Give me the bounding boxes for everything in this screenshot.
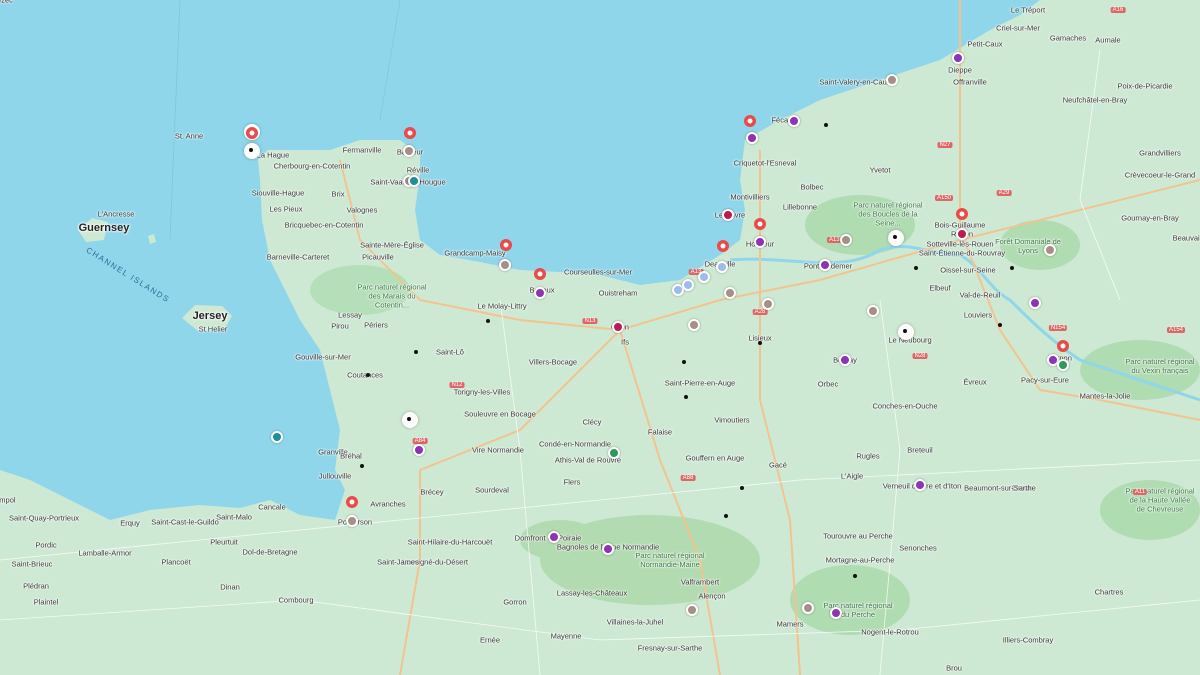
map-canvas[interactable]: Le Tréport Criel-sur-Mer Gamaches Petit-Cau… [0,0,1200,675]
poi-dot[interactable] [914,266,918,270]
road-shield: A11 [1132,489,1148,495]
place-marker[interactable] [722,209,734,221]
place-marker[interactable] [346,515,358,527]
location-pin-icon[interactable] [955,208,969,222]
place-marker[interactable] [886,74,898,86]
place-marker[interactable] [698,271,710,283]
location-pin-icon[interactable] [245,127,259,141]
place-marker[interactable] [1057,359,1069,371]
place-marker[interactable] [762,298,774,310]
place-marker[interactable] [413,444,425,456]
place-marker-white[interactable] [402,412,418,428]
place-marker[interactable] [716,261,728,273]
place-marker[interactable] [688,319,700,331]
place-marker[interactable] [1029,297,1041,309]
place-marker[interactable] [612,321,624,333]
poi-dot[interactable] [758,341,762,345]
forest-patch [310,265,410,315]
place-marker[interactable] [788,115,800,127]
road-shield: A16 [1110,7,1126,13]
place-marker[interactable] [724,287,736,299]
place-marker[interactable] [499,259,511,271]
poi-dot[interactable] [1010,266,1014,270]
place-marker-white[interactable] [898,324,914,340]
place-marker[interactable] [952,52,964,64]
road-shield: N12 [449,382,465,388]
place-marker[interactable] [830,607,842,619]
place-marker[interactable] [840,234,852,246]
road-shield: A150 [934,195,954,201]
poi-dot[interactable] [853,574,857,578]
poi-dot[interactable] [724,514,728,518]
place-marker[interactable] [1044,244,1056,256]
place-marker[interactable] [608,447,620,459]
location-pin-icon[interactable] [533,268,547,282]
poi-dot[interactable] [684,395,688,399]
place-marker[interactable] [802,602,814,614]
place-marker[interactable] [914,479,926,491]
place-marker[interactable] [819,259,831,271]
jersey-island [182,305,232,331]
place-marker[interactable] [754,236,766,248]
road-shield: A28 [752,309,768,315]
forest-patch [520,520,600,560]
place-marker-white[interactable] [244,143,260,159]
location-pin-icon[interactable] [499,239,513,253]
road-shield: N13 [582,318,598,324]
poi-dot[interactable] [824,123,828,127]
place-marker[interactable] [839,354,851,366]
place-marker[interactable] [956,228,968,240]
location-pin-icon[interactable] [1056,340,1070,354]
poi-dot[interactable] [366,373,370,377]
poi-dot[interactable] [998,323,1002,327]
poi-dot[interactable] [414,350,418,354]
place-marker[interactable] [548,531,560,543]
forest-patch [1100,480,1200,540]
road-shield: N28 [912,353,928,359]
place-marker[interactable] [867,305,879,317]
place-marker[interactable] [534,287,546,299]
poi-dot[interactable] [740,486,744,490]
place-marker[interactable] [271,431,283,443]
place-marker[interactable] [682,279,694,291]
road-shield: N27 [937,142,953,148]
guernsey-island [78,218,108,242]
road-shield: A154 [1166,327,1186,333]
forest-patch [1080,340,1200,400]
location-pin-icon[interactable] [716,240,730,254]
location-pin-icon[interactable] [345,496,359,510]
location-pin-icon[interactable] [743,115,757,129]
place-marker-white[interactable] [888,230,904,246]
road-shield: N154 [1048,325,1068,331]
poi-dot[interactable] [486,319,490,323]
place-marker[interactable] [686,604,698,616]
place-marker[interactable] [408,175,420,187]
poi-dot[interactable] [360,464,364,468]
road-shield: A29 [996,190,1012,196]
place-marker[interactable] [403,145,415,157]
forest-patch [790,565,910,635]
sark-island [148,234,156,244]
road-shield: A88 [680,475,696,481]
location-pin-icon[interactable] [753,218,767,232]
place-marker[interactable] [746,132,758,144]
location-pin-icon[interactable] [403,127,417,141]
poi-dot[interactable] [682,360,686,364]
place-marker[interactable] [602,543,614,555]
map-base [0,0,1200,675]
